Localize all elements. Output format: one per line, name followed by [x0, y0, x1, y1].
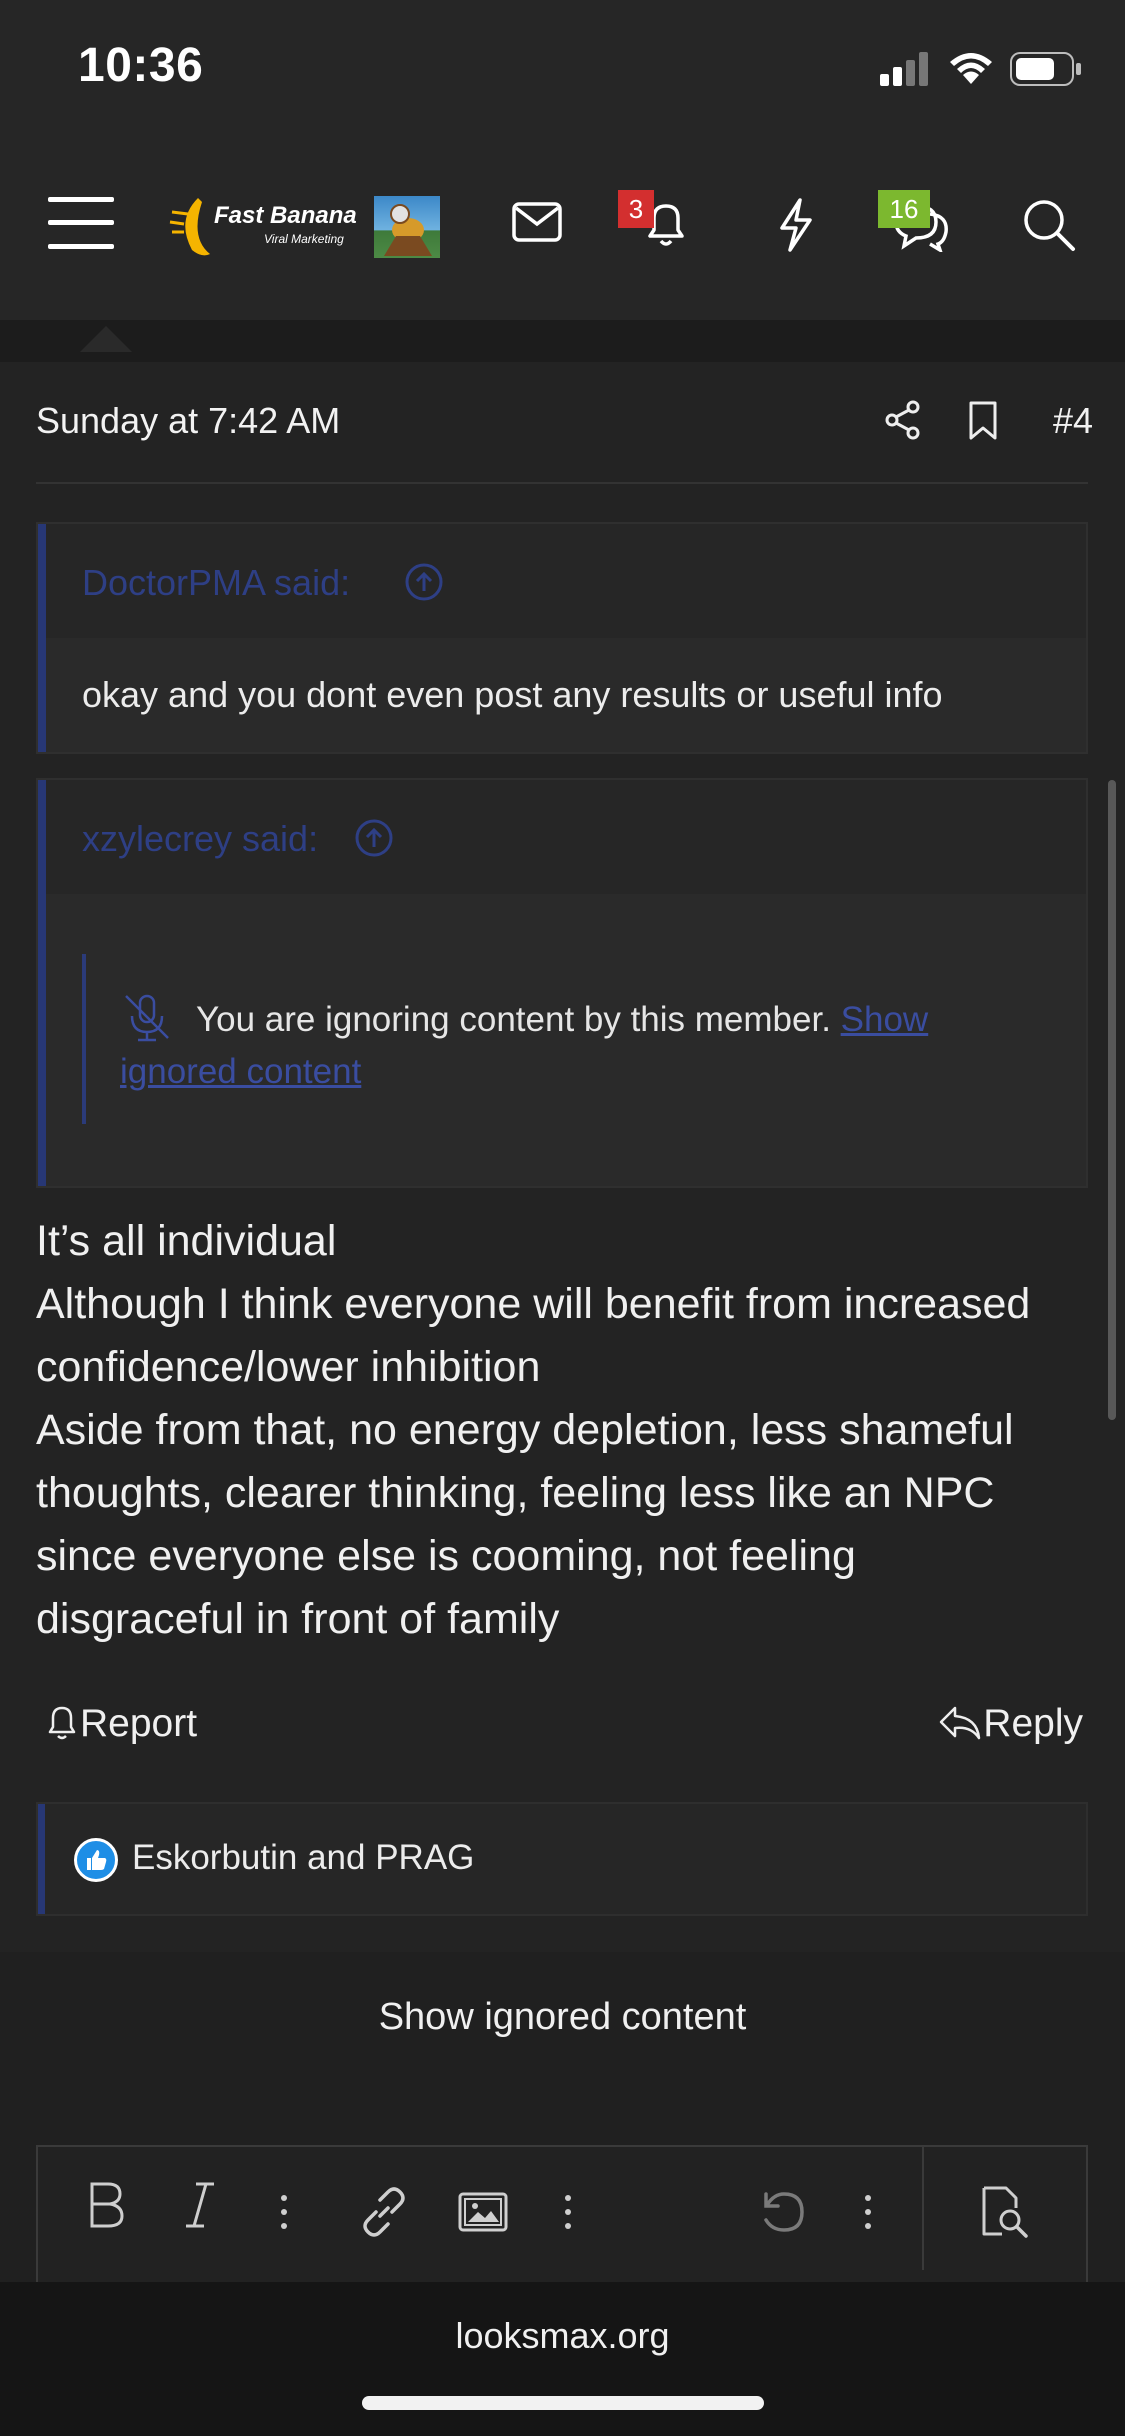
quote-accent-bar — [38, 780, 46, 1186]
browser-url-bar — [0, 2282, 1125, 2436]
inbox-icon[interactable] — [512, 202, 562, 242]
reactions-users[interactable]: Eskorbutin and PRAG — [132, 1838, 474, 1878]
jump-to-quote-icon[interactable] — [354, 818, 394, 858]
url-text[interactable]: looksmax.org — [0, 2315, 1125, 2357]
reactions-bar[interactable]: Eskorbutin and PRAG — [36, 1802, 1088, 1916]
post-body-line: confidence/lower inhibition — [36, 1343, 541, 1391]
show-ignored-content-button[interactable]: Show ignored content — [0, 1996, 1125, 2039]
reactions-accent-bar — [38, 1804, 45, 1914]
post-body-line: Although I think everyone will benefit f… — [36, 1280, 1031, 1328]
more-history-options-icon[interactable] — [862, 2194, 874, 2235]
report-bell-icon — [48, 1706, 76, 1740]
report-label: Report — [80, 1702, 198, 1745]
nav-caret — [80, 326, 132, 352]
conversations-badge: 16 — [878, 190, 930, 228]
image-icon[interactable] — [458, 2192, 508, 2237]
post-header-divider — [36, 482, 1088, 484]
reply-button[interactable]: Reply — [937, 1702, 1083, 1746]
jump-to-quote-icon[interactable] — [404, 562, 444, 602]
logo-text: Fast Banana — [214, 202, 357, 229]
italic-icon[interactable] — [182, 2180, 218, 2235]
menu-icon[interactable] — [48, 196, 114, 250]
logo-subtext: Viral Marketing — [264, 232, 344, 246]
post-body-line: since everyone else is cooming, not feel… — [36, 1532, 856, 1580]
show-ignored-link[interactable]: Show — [841, 1000, 929, 1039]
whats-new-icon[interactable] — [776, 198, 816, 252]
post-body-line: It’s all individual — [36, 1217, 337, 1265]
quote-text: okay and you dont even post any results … — [82, 674, 943, 715]
ignored-content-link[interactable]: ignored content — [120, 1052, 361, 1091]
home-indicator[interactable] — [362, 2396, 764, 2410]
link-icon[interactable] — [358, 2186, 410, 2243]
quote-xzylecrey: xzylecrey said: You are ignoring content… — [36, 778, 1088, 1188]
post-body: It’s all individual Although I think eve… — [36, 1210, 1096, 1651]
user-avatar[interactable] — [374, 196, 440, 258]
report-button[interactable]: Report — [44, 1702, 197, 1746]
nav-separator — [0, 320, 1125, 362]
bold-icon[interactable] — [86, 2180, 126, 2243]
share-icon[interactable] — [884, 400, 922, 440]
page-scrollbar[interactable] — [1108, 780, 1116, 1420]
preview-icon[interactable] — [976, 2184, 1032, 2245]
ignored-content-text: You are ignoring content by this member. — [196, 1000, 831, 1039]
editor-toolbar-divider — [922, 2145, 924, 2270]
reply-label: Reply — [983, 1702, 1083, 1745]
post-body-line: Aside from that, no energy depletion, le… — [36, 1406, 1014, 1454]
like-reaction-icon — [74, 1838, 118, 1882]
quote-author-link[interactable]: DoctorPMA said: — [82, 562, 350, 604]
battery-icon — [1010, 52, 1082, 86]
more-text-options-icon[interactable] — [278, 2194, 290, 2235]
undo-icon[interactable] — [756, 2186, 808, 2243]
ignored-content-bar — [82, 954, 86, 1124]
post-number[interactable]: #4 — [1053, 400, 1093, 442]
quote-accent-bar — [38, 524, 46, 752]
post-date[interactable]: Sunday at 7:42 AM — [36, 400, 340, 442]
alerts-badge: 3 — [618, 190, 654, 228]
more-insert-options-icon[interactable] — [562, 2194, 574, 2235]
quote-doctorpma: DoctorPMA said: okay and you dont even p… — [36, 522, 1088, 754]
reply-arrow-icon — [940, 1706, 981, 1740]
wifi-icon — [948, 50, 994, 86]
post-body-line: disgraceful in front of family — [36, 1595, 560, 1643]
cellular-signal-icon — [880, 52, 932, 86]
post-body-line: thoughts, clearer thinking, feeling less… — [36, 1469, 995, 1517]
quote-author-link[interactable]: xzylecrey said: — [82, 818, 318, 860]
ignored-content-notice: You are ignoring content by this member.… — [120, 994, 1020, 1098]
bookmark-icon[interactable] — [968, 400, 998, 442]
search-icon[interactable] — [1022, 198, 1076, 252]
site-logo[interactable]: Fast Banana Viral Marketing — [168, 190, 357, 260]
status-time: 10:36 — [78, 39, 204, 92]
